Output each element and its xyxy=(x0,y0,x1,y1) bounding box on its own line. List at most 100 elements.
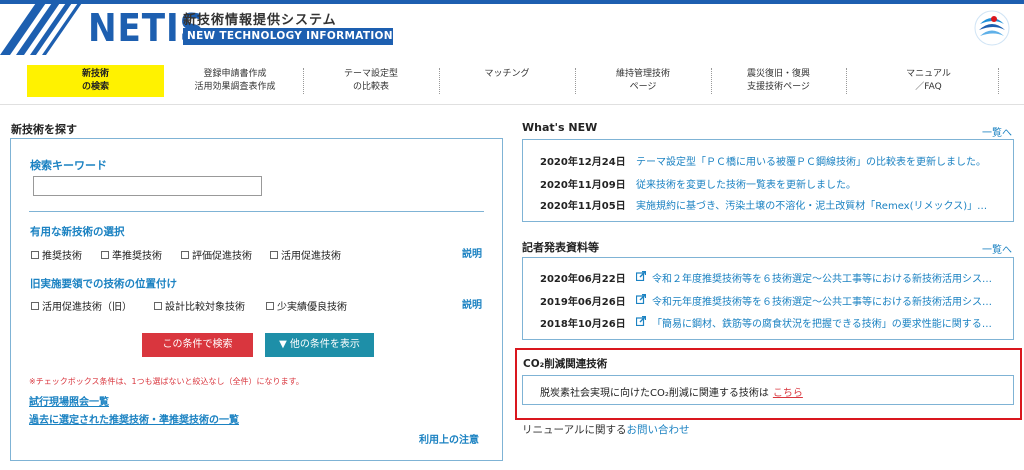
whats-new-list: 2020年12月24日 テーマ設定型「ＰＣ橋に用いる被覆ＰＣ鋼線技術」の比較表を… xyxy=(522,139,1014,222)
header-top-line xyxy=(0,0,1024,4)
nav-label: 維持管理技術 xyxy=(615,69,670,79)
list-item[interactable]: 2019年06月26日 令和元年度推奨技術等を６技術選定～公共工事等における新技… xyxy=(540,293,996,308)
nav-label: マッチング xyxy=(484,68,530,79)
news-date: 2020年12月24日 xyxy=(540,157,626,168)
checkbox-few-results-excellent[interactable]: 少実績優良技術 xyxy=(266,298,347,313)
nav-label: の比較表 xyxy=(352,82,389,92)
nav-label: 新技術 xyxy=(81,69,109,79)
nav-label: マニュアル xyxy=(906,69,951,79)
whats-new-more-link[interactable]: 一覧へ xyxy=(982,124,1012,139)
nav-label: 支援技術ページ xyxy=(747,82,810,92)
news-date: 2018年10月26日 xyxy=(540,319,626,330)
site-title-en: NEW TECHNOLOGY INFORMATION SYSTEM xyxy=(183,28,393,45)
useful-tech-label: 有用な新技術の選択 xyxy=(30,226,125,238)
keyword-input[interactable] xyxy=(33,176,262,196)
show-more-conditions-button[interactable]: ▼ 他の条件を表示 xyxy=(265,333,374,357)
nav-item-maintenance[interactable]: 維持管理技術 ページ xyxy=(576,65,710,97)
nav-label: ／FAQ xyxy=(915,82,942,92)
news-date: 2020年06月22日 xyxy=(540,274,626,285)
list-item[interactable]: 2020年11月09日 従来技術を変更した技術一覧表を更新しました。 xyxy=(540,176,988,191)
search-section-title: 新技術を探す xyxy=(11,123,77,136)
site-title-jp: 新技術情報提供システム xyxy=(183,13,337,28)
news-link[interactable]: 実施規約に基づき、汚染土壌の不溶化・泥土改質材「Remex(リメックス)」を掲載… xyxy=(636,197,988,212)
header-stripes-decoration xyxy=(0,0,84,55)
nav-item-manual-faq[interactable]: マニュアル ／FAQ xyxy=(860,65,997,97)
old-guideline-label: 旧実施要領での技術の位置付け xyxy=(30,278,177,290)
checkbox-box[interactable] xyxy=(101,250,109,259)
list-item[interactable]: 2020年06月22日 令和２年度推奨技術等を６技術選定～公共工事等における新技… xyxy=(540,270,996,285)
checkbox-label: 準推奨技術 xyxy=(112,251,162,262)
news-link[interactable]: 従来技術を変更した技術一覧表を更新しました。 xyxy=(636,176,988,191)
nav-label: 震災復旧・復興 xyxy=(746,69,810,79)
explain-link-old[interactable]: 説明 xyxy=(462,296,482,311)
co2-text: 脱炭素社会実現に向けたCO₂削減に関連する技術は xyxy=(540,388,769,399)
nav-label: ページ xyxy=(629,82,657,92)
checkbox-evaluation-promotion[interactable]: 評価促進技術 xyxy=(181,247,252,262)
checkbox-box[interactable] xyxy=(31,301,39,310)
search-button[interactable]: この条件で検索 xyxy=(142,333,253,357)
checkbox-label: 評価促進技術 xyxy=(192,251,252,262)
checkbox-utilization-promotion[interactable]: 活用促進技術 xyxy=(270,247,341,262)
contact-link[interactable]: お問い合わせ xyxy=(626,424,689,436)
whats-new-title: What's NEW xyxy=(522,121,598,134)
nav-item-theme-comparison[interactable]: テーマ設定型 の比較表 xyxy=(304,65,438,97)
list-item[interactable]: 2020年12月24日 テーマ設定型「ＰＣ橋に用いる被覆ＰＣ鋼線技術」の比較表を… xyxy=(540,153,988,168)
news-date: 2020年11月09日 xyxy=(540,180,626,191)
news-date: 2020年11月05日 xyxy=(540,201,626,212)
press-more-link[interactable]: 一覧へ xyxy=(982,241,1012,256)
checkbox-label: 推奨技術 xyxy=(42,251,82,262)
usage-notes-link[interactable]: 利用上の注意 xyxy=(419,431,479,446)
co2-section-title: CO₂削減関連技術 xyxy=(523,358,608,370)
search-divider xyxy=(29,211,484,212)
trial-site-list-link[interactable]: 試行現場照会一覧 xyxy=(29,393,109,408)
nav-separator xyxy=(846,68,847,94)
checkbox-box[interactable] xyxy=(266,301,274,310)
checkbox-box[interactable] xyxy=(270,250,278,259)
checkbox-design-comparison[interactable]: 設計比較対象技術 xyxy=(154,298,245,313)
nav-item-disaster-recovery[interactable]: 震災復旧・復興 支援技術ページ xyxy=(712,65,845,97)
external-link-icon xyxy=(636,316,646,326)
nav-item-search[interactable]: 新技術 の検索 xyxy=(27,65,164,97)
co2-panel: 脱炭素社会実現に向けたCO₂削減に関連する技術は こちら xyxy=(522,375,1014,405)
renewal-prefix: リニューアルに関する xyxy=(522,424,627,436)
external-link-icon xyxy=(636,294,646,304)
site-header: NETIS 新技術情報提供システム NEW TECHNOLOGY INFORMA… xyxy=(0,0,1024,55)
checkbox-label: 少実績優良技術 xyxy=(277,302,347,313)
checkbox-label: 設計比較対象技術 xyxy=(165,302,245,313)
press-title: 記者発表資料等 xyxy=(522,241,599,254)
nav-label: 活用効果調査表作成 xyxy=(194,82,276,92)
checkbox-box[interactable] xyxy=(154,301,162,310)
checkbox-label: 活用促進技術（旧） xyxy=(42,302,132,313)
news-link[interactable]: 「簡易に鋼材、鉄筋等の腐食状況を把握できる技術」の要求性能に関する技術公募 xyxy=(652,315,996,330)
news-date: 2019年06月26日 xyxy=(540,297,626,308)
list-item[interactable]: 2018年10月26日 「簡易に鋼材、鉄筋等の腐食状況を把握できる技術」の要求性… xyxy=(540,315,996,330)
nav-item-matching[interactable]: マッチング xyxy=(440,65,574,97)
nav-label: の検索 xyxy=(81,82,109,92)
past-recommended-list-link[interactable]: 過去に選定された推奨技術・準推奨技術の一覧 xyxy=(29,411,239,426)
keyword-label: 検索キーワード xyxy=(30,159,107,172)
checkbox-utilization-promotion-old[interactable]: 活用促進技術（旧） xyxy=(31,298,132,313)
search-panel: 検索キーワード 有用な新技術の選択 推奨技術 準推奨技術 評価促進技術 活用促進… xyxy=(10,138,503,461)
co2-description: 脱炭素社会実現に向けたCO₂削減に関連する技術は こちら xyxy=(540,384,803,399)
main-nav: 新技術の検索 登録申請書作成 活用効果調査表作成 テーマ設定型 の比較表 マッチング… xyxy=(0,55,1024,105)
checkbox-box[interactable] xyxy=(31,250,39,259)
renewal-contact: リニューアルに関するお問い合わせ xyxy=(522,422,689,437)
co2-link[interactable]: こちら xyxy=(773,388,803,399)
press-list: 2020年06月22日 令和２年度推奨技術等を６技術選定～公共工事等における新技… xyxy=(522,257,1014,340)
nav-label: 登録申請書作成 xyxy=(203,69,267,79)
checkbox-label: 活用促進技術 xyxy=(281,251,341,262)
government-emblem-icon[interactable] xyxy=(972,8,1012,48)
nav-label: テーマ設定型 xyxy=(343,69,398,79)
news-link[interactable]: 令和元年度推奨技術等を６技術選定～公共工事等における新技術活用システム～ xyxy=(652,293,996,308)
news-link[interactable]: テーマ設定型「ＰＣ橋に用いる被覆ＰＣ鋼線技術」の比較表を更新しました。 xyxy=(636,153,988,168)
checkbox-recommended[interactable]: 推奨技術 xyxy=(31,247,82,262)
explain-link-useful[interactable]: 説明 xyxy=(462,245,482,260)
checkbox-box[interactable] xyxy=(181,250,189,259)
news-link[interactable]: 令和２年度推奨技術等を６技術選定～公共工事等における新技術活用システム～ xyxy=(652,270,996,285)
checkbox-note: ※チェックボックス条件は、1つも選ばないと絞込なし（全件）になります。 xyxy=(29,377,304,386)
checkbox-semi-recommended[interactable]: 準推奨技術 xyxy=(101,247,162,262)
list-item[interactable]: 2020年11月05日 実施規約に基づき、汚染土壌の不溶化・泥土改質材「Reme… xyxy=(540,197,988,212)
nav-item-registration[interactable]: 登録申請書作成 活用効果調査表作成 xyxy=(168,65,302,97)
external-link-icon xyxy=(636,271,646,281)
nav-separator xyxy=(998,68,999,94)
